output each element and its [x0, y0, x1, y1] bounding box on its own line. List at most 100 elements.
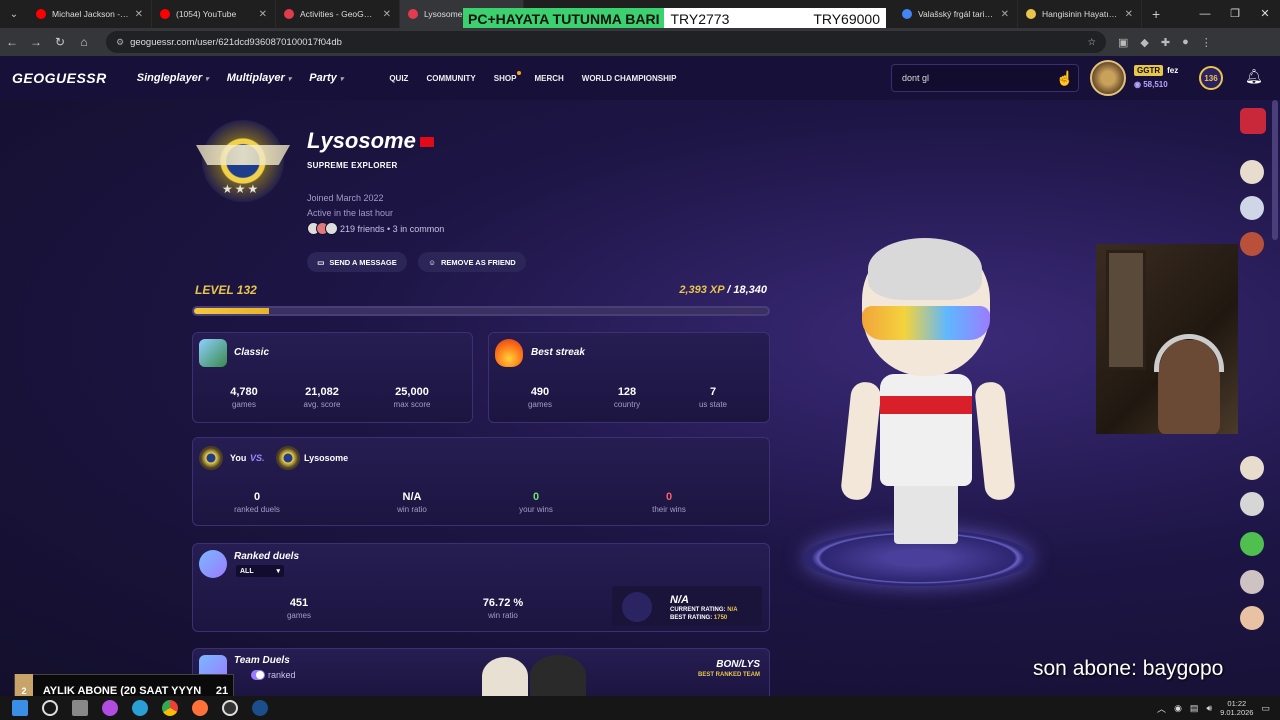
vs-stat-ranked-duels: 0 ranked duels — [234, 491, 280, 514]
nav-merch[interactable]: MERCH — [534, 74, 563, 83]
browser-tab[interactable]: Activities - GeoGuess ✕ — [276, 0, 400, 28]
edge-icon[interactable] — [132, 700, 148, 716]
home-icon[interactable]: ⌂ — [72, 35, 96, 49]
friend-avatar[interactable] — [1240, 196, 1264, 220]
close-tab-icon[interactable]: ✕ — [1125, 9, 1133, 20]
classic-stat-avg-score: 21,082 avg. score — [303, 386, 341, 409]
main-nav: Singleplayer ▾ Multiplayer ▾ Party ▾ QUIZ C… — [137, 70, 677, 84]
nav-shop[interactable]: SHOP — [494, 70, 522, 83]
browser-tab[interactable]: Hangisinin Hayatını Y ✕ — [1018, 0, 1142, 28]
maximize-icon[interactable]: ❐ — [1220, 0, 1250, 28]
close-tab-icon[interactable]: ✕ — [1001, 9, 1009, 20]
nav-singleplayer[interactable]: Singleplayer ▾ — [137, 72, 209, 84]
tray-chevron-icon[interactable]: ︿ — [1157, 702, 1166, 715]
notification-bell-icon[interactable]: 🔔︎ — [1245, 68, 1263, 85]
nav-world-championship[interactable]: WORLD CHAMPIONSHIP — [582, 74, 677, 83]
best-rating: BEST RATING: 1750 — [670, 615, 728, 621]
nav-multiplayer[interactable]: Multiplayer ▾ — [227, 72, 292, 84]
goal-label: PC+HAYATA TUTUNMA BARI — [463, 8, 665, 30]
address-bar: ← → ↻ ⌂ ⚙ geoguessr.com/user/621dcd93608… — [0, 28, 1280, 56]
notifications-icon[interactable]: ▭ — [1261, 703, 1270, 714]
avatar-legs — [894, 482, 958, 544]
you-label: You — [230, 453, 247, 463]
vs-label: VS. — [250, 453, 265, 463]
close-tab-icon[interactable]: ✕ — [135, 9, 143, 20]
duels-icon — [199, 550, 227, 578]
close-tab-icon[interactable]: ✕ — [383, 9, 391, 20]
tab-search-icon[interactable]: ⌄ — [0, 0, 28, 28]
nav-quiz[interactable]: QUIZ — [389, 74, 408, 83]
back-icon[interactable]: ← — [0, 35, 24, 49]
shield-icon[interactable]: ◆ — [1140, 36, 1148, 49]
close-tab-icon[interactable]: ✕ — [259, 9, 267, 20]
friend-avatar[interactable] — [1240, 456, 1264, 480]
level-badge[interactable]: 136 — [1199, 66, 1223, 90]
youtube-icon — [160, 9, 170, 19]
hand-cursor-icon: ☝ — [1056, 70, 1074, 86]
friend-avatar[interactable] — [1240, 606, 1264, 630]
user-name[interactable]: GGTR fez — [1134, 65, 1178, 76]
bookmark-star-icon[interactable]: ☆ — [1087, 37, 1096, 48]
activity-status: Active in the last hour — [307, 208, 394, 218]
page-scrollbar[interactable] — [1272, 100, 1278, 240]
obs-icon[interactable] — [222, 700, 238, 716]
reload-icon[interactable]: ↻ — [48, 35, 72, 49]
search-input[interactable]: dont gl — [891, 64, 1079, 92]
minimize-icon[interactable]: — — [1190, 0, 1220, 28]
close-window-icon[interactable]: ✕ — [1250, 0, 1280, 28]
user-avatar[interactable] — [1090, 60, 1126, 96]
extension-icon[interactable]: ▣ — [1118, 36, 1128, 49]
friends-summary[interactable]: 219 friends • 3 in common — [307, 222, 444, 235]
puzzle-icon[interactable]: ✚ — [1161, 36, 1170, 49]
remove-friend-button[interactable]: ☺ REMOVE AS FRIEND — [418, 252, 526, 272]
site-icon — [1026, 9, 1036, 19]
new-tab-button[interactable]: + — [1142, 6, 1170, 22]
url-field[interactable]: ⚙ geoguessr.com/user/621dcd9360870100017… — [106, 31, 1106, 53]
joined-date: Joined March 2022 — [307, 193, 384, 203]
geoguessr-logo[interactable]: GEOGUESSR — [12, 70, 107, 86]
avatar-hair — [868, 238, 982, 300]
emblem-stars: ★★★ — [222, 182, 261, 196]
firefox-icon[interactable] — [192, 700, 208, 716]
friend-avatar[interactable] — [1240, 232, 1264, 256]
geoguessr-icon — [284, 9, 294, 19]
friend-avatar[interactable] — [1240, 160, 1264, 184]
xp-progress-bar — [192, 306, 770, 316]
classic-card[interactable] — [192, 332, 473, 423]
forward-icon[interactable]: → — [24, 35, 48, 49]
classic-stat-games: 4,780 games — [230, 386, 258, 409]
volume-icon[interactable]: 🔊︎ — [1206, 703, 1212, 714]
turkey-flag-icon — [419, 137, 434, 148]
search-icon[interactable] — [42, 700, 58, 716]
google-icon — [902, 9, 912, 19]
system-clock[interactable]: 01:22 9.01.2026 — [1220, 699, 1253, 717]
friend-avatar[interactable] — [1240, 570, 1264, 594]
app-icon[interactable] — [102, 700, 118, 716]
nav-community[interactable]: COMMUNITY — [426, 74, 475, 83]
steam-icon[interactable] — [252, 700, 268, 716]
windows-taskbar: ︿ ◉ ▤ 🔊︎ 01:22 9.01.2026 ▭ — [0, 696, 1280, 720]
menu-icon[interactable]: ⋮ — [1201, 36, 1212, 49]
avatar-sunglasses — [862, 306, 990, 340]
site-info-icon[interactable]: ⚙ — [116, 37, 124, 48]
browser-tab[interactable]: (1054) YouTube ✕ — [152, 0, 276, 28]
your-avatar — [199, 446, 223, 470]
browser-tab[interactable]: Valašský frgál tarif - (✕ — [894, 0, 1018, 28]
send-message-button[interactable]: ▭ SEND A MESSAGE — [307, 252, 407, 272]
xp-progress-fill — [194, 308, 269, 314]
task-view-icon[interactable] — [72, 700, 88, 716]
vs-stat-win-ratio: N/A win ratio — [397, 491, 427, 514]
start-icon[interactable] — [12, 700, 28, 716]
tray-app-icon[interactable]: ◉ — [1174, 703, 1182, 714]
friend-avatar[interactable] — [1240, 492, 1264, 516]
best-streak-card[interactable] — [488, 332, 770, 423]
nav-party[interactable]: Party ▾ — [309, 72, 343, 84]
chrome-icon[interactable] — [162, 700, 178, 716]
profile-icon[interactable]: ● — [1182, 36, 1189, 49]
network-icon[interactable]: ▤ — [1190, 703, 1199, 714]
ranked-toggle[interactable] — [251, 670, 265, 680]
friend-avatar[interactable] — [1240, 532, 1264, 556]
rail-badge-icon[interactable] — [1240, 108, 1266, 134]
ranked-duels-filter[interactable]: ALL ▾ — [236, 565, 284, 577]
browser-tab[interactable]: Michael Jackson - Th ✕ — [28, 0, 152, 28]
